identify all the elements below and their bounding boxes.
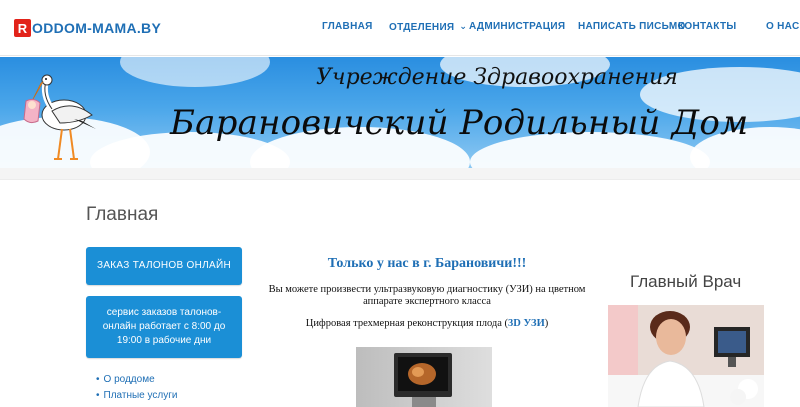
stork-icon [23,74,96,160]
cloud-decoration [120,57,270,87]
nav-item-departments[interactable]: ОТДЕЛЕНИЯ ⌄ [389,21,467,33]
sidebar-links: О роддоме Платные услуги [96,374,178,406]
page-title: Главная [86,204,159,225]
nav-item-administration[interactable]: АДМИНИСТРАЦИЯ [469,21,565,32]
ticket-service-button[interactable]: сервис заказов талонов-онлайн работает с… [86,296,242,358]
nav-item-write-letter[interactable]: НАПИСАТЬ ПИСЬМО [578,21,686,32]
promo-block: Только у нас в г. Барановичи!!! Вы может… [262,256,592,329]
nav-item-home[interactable]: ГЛАВНАЯ [322,21,373,32]
promo-3d-suffix: ) [544,318,549,329]
nav-item-departments-label: ОТДЕЛЕНИЯ [389,22,455,33]
sidebar-link-about-hospital[interactable]: О роддоме [96,374,177,385]
banner-divider [0,168,800,180]
order-tickets-button[interactable]: ЗАКАЗ ТАЛОНОВ ОНЛАЙН [86,247,242,285]
main-menu: ГЛАВНАЯ ОТДЕЛЕНИЯ ⌄ АДМИНИСТРАЦИЯ НАПИСАТ… [0,21,800,35]
promo-text: Вы можете произвести ультразвуковую диаг… [268,284,586,307]
promo-3d-line: Цифровая трехмерная реконструкция плода … [262,318,592,329]
chevron-down-icon: ⌄ [459,21,468,31]
promo-3d-highlight: 3D УЗИ [508,318,545,329]
sidebar-link-paid-services[interactable]: Платные услуги [96,390,178,401]
chief-doctor-title: Главный Врач [630,272,742,291]
banner-title: Барановичский Родильный Дом [170,103,749,143]
promo-heading: Только у нас в г. Барановичи!!! [327,256,527,271]
banner-subtitle: Учреждение Здравоохранения [316,65,678,90]
top-navigation-bar: R ODDOM-MAMA.BY ГЛАВНАЯ ОТДЕЛЕНИЯ ⌄ АДМИН… [0,0,800,56]
nav-item-about[interactable]: О НАС [766,21,799,32]
chief-doctor-photo [608,305,764,407]
header-banner: Учреждение Здравоохранения Барановичский… [0,57,800,168]
ultrasound-photo [356,347,492,407]
nav-item-contacts[interactable]: КОНТАКТЫ [678,21,736,32]
promo-3d-prefix: Цифровая трехмерная реконструкция плода … [305,318,509,329]
